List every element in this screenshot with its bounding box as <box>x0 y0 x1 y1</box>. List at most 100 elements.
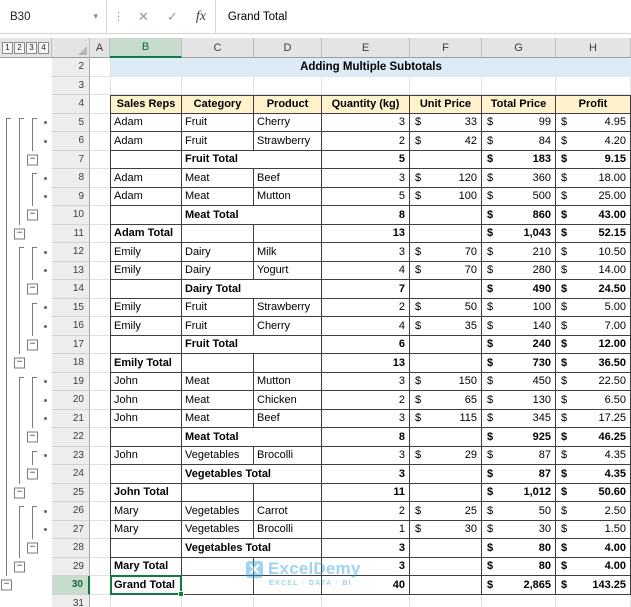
cell-B10[interactable] <box>110 206 182 225</box>
cell-H19[interactable]: $22.50 <box>556 372 631 391</box>
cell-A25[interactable] <box>90 483 110 502</box>
cell-E25[interactable]: 11 <box>322 483 410 502</box>
cell-C7[interactable]: Fruit Total <box>182 150 322 169</box>
cell-D8[interactable]: Beef <box>254 169 322 188</box>
cell-E16[interactable]: 4 <box>322 317 410 336</box>
row-header-29[interactable]: 29 <box>52 557 90 576</box>
cell-E20[interactable]: 2 <box>322 391 410 410</box>
cell-C28[interactable]: Vegetables Total <box>182 539 322 558</box>
cell-B26[interactable]: Mary <box>110 502 182 521</box>
cell-G15[interactable]: $100 <box>482 298 556 317</box>
cell-C30[interactable] <box>182 576 254 595</box>
cell-F6[interactable]: $42 <box>410 132 482 151</box>
cell-A13[interactable] <box>90 261 110 280</box>
cell-C9[interactable]: Meat <box>182 187 254 206</box>
collapse-group-button[interactable]: − <box>14 357 25 369</box>
name-box-dropdown-icon[interactable]: ▾ <box>93 11 106 22</box>
cell-F21[interactable]: $115 <box>410 409 482 428</box>
cell-G13[interactable]: $280 <box>482 261 556 280</box>
name-box[interactable]: B30 ▾ <box>0 0 106 33</box>
cell-B11[interactable]: Adam Total <box>110 224 182 243</box>
cell-G19[interactable]: $450 <box>482 372 556 391</box>
cell-B15[interactable]: Emily <box>110 298 182 317</box>
row-header-22[interactable]: 22 <box>52 428 90 447</box>
row-header-10[interactable]: 10 <box>52 206 90 225</box>
cell-G8[interactable]: $360 <box>482 169 556 188</box>
cell-C14[interactable]: Dairy Total <box>182 280 322 299</box>
cell-H28[interactable]: $4.00 <box>556 539 631 558</box>
cell-B20[interactable]: John <box>110 391 182 410</box>
cell-A29[interactable] <box>90 557 110 576</box>
cell-D11[interactable] <box>254 224 322 243</box>
cell-F3[interactable] <box>410 76 482 95</box>
cell-F28[interactable] <box>410 539 482 558</box>
row-header-17[interactable]: 17 <box>52 335 90 354</box>
collapse-group-button[interactable]: − <box>27 209 38 221</box>
column-header-B[interactable]: B <box>110 38 182 58</box>
cell-E17[interactable]: 6 <box>322 335 410 354</box>
cell-F11[interactable] <box>410 224 482 243</box>
cell-F14[interactable] <box>410 280 482 299</box>
row-header-28[interactable]: 28 <box>52 539 90 558</box>
collapse-group-button[interactable]: − <box>14 561 25 573</box>
outline-level-3-button[interactable]: 3 <box>26 41 37 54</box>
cell-A30[interactable] <box>90 576 110 595</box>
cell-E6[interactable]: 2 <box>322 132 410 151</box>
cell-B31[interactable] <box>110 594 182 607</box>
cell-H11[interactable]: $52.15 <box>556 224 631 243</box>
cell-G7[interactable]: $183 <box>482 150 556 169</box>
collapse-group-button[interactable]: − <box>27 431 38 443</box>
cell-B3[interactable] <box>110 76 182 95</box>
cell-B28[interactable] <box>110 539 182 558</box>
cell-G3[interactable] <box>482 76 556 95</box>
cell-A2[interactable] <box>90 58 110 77</box>
cell-C26[interactable]: Vegetables <box>182 502 254 521</box>
cell-F17[interactable] <box>410 335 482 354</box>
cell-A21[interactable] <box>90 409 110 428</box>
cell-D23[interactable]: Brocolli <box>254 446 322 465</box>
cell-D21[interactable]: Beef <box>254 409 322 428</box>
cell-E15[interactable]: 2 <box>322 298 410 317</box>
cell-G5[interactable]: $99 <box>482 113 556 132</box>
cell-G28[interactable]: $80 <box>482 539 556 558</box>
cell-G21[interactable]: $345 <box>482 409 556 428</box>
cell-A26[interactable] <box>90 502 110 521</box>
select-all-corner[interactable] <box>52 38 90 58</box>
cell-C13[interactable]: Dairy <box>182 261 254 280</box>
cell-F26[interactable]: $25 <box>410 502 482 521</box>
collapse-group-button[interactable]: − <box>27 154 38 166</box>
cell-H7[interactable]: $9.15 <box>556 150 631 169</box>
cell-B7[interactable] <box>110 150 182 169</box>
cell-F22[interactable] <box>410 428 482 447</box>
cell-H15[interactable]: $5.00 <box>556 298 631 317</box>
cell-F12[interactable]: $70 <box>410 243 482 262</box>
row-header-19[interactable]: 19 <box>52 372 90 391</box>
cell-F18[interactable] <box>410 354 482 373</box>
cell-D26[interactable]: Carrot <box>254 502 322 521</box>
cell-H29[interactable]: $4.00 <box>556 557 631 576</box>
cell-B9[interactable]: Adam <box>110 187 182 206</box>
column-header-A[interactable]: A <box>90 38 110 58</box>
cell-F10[interactable] <box>410 206 482 225</box>
cell-D29[interactable] <box>254 557 322 576</box>
cell-C12[interactable]: Dairy <box>182 243 254 262</box>
cell-B6[interactable]: Adam <box>110 132 182 151</box>
cell-C15[interactable]: Fruit <box>182 298 254 317</box>
cell-E29[interactable]: 3 <box>322 557 410 576</box>
table-header-cell-B4[interactable]: Sales Reps <box>110 95 182 114</box>
cell-G29[interactable]: $80 <box>482 557 556 576</box>
table-header-cell-G4[interactable]: Total Price <box>482 95 556 114</box>
cell-G31[interactable] <box>482 594 556 607</box>
cell-H5[interactable]: $4.95 <box>556 113 631 132</box>
row-header-13[interactable]: 13 <box>52 261 90 280</box>
cell-B19[interactable]: John <box>110 372 182 391</box>
cell-H27[interactable]: $1.50 <box>556 520 631 539</box>
cell-D15[interactable]: Strawberry <box>254 298 322 317</box>
cell-H10[interactable]: $43.00 <box>556 206 631 225</box>
cell-F19[interactable]: $150 <box>410 372 482 391</box>
cell-D19[interactable]: Mutton <box>254 372 322 391</box>
cell-H3[interactable] <box>556 76 631 95</box>
cell-F8[interactable]: $120 <box>410 169 482 188</box>
cell-E14[interactable]: 7 <box>322 280 410 299</box>
cell-G27[interactable]: $30 <box>482 520 556 539</box>
